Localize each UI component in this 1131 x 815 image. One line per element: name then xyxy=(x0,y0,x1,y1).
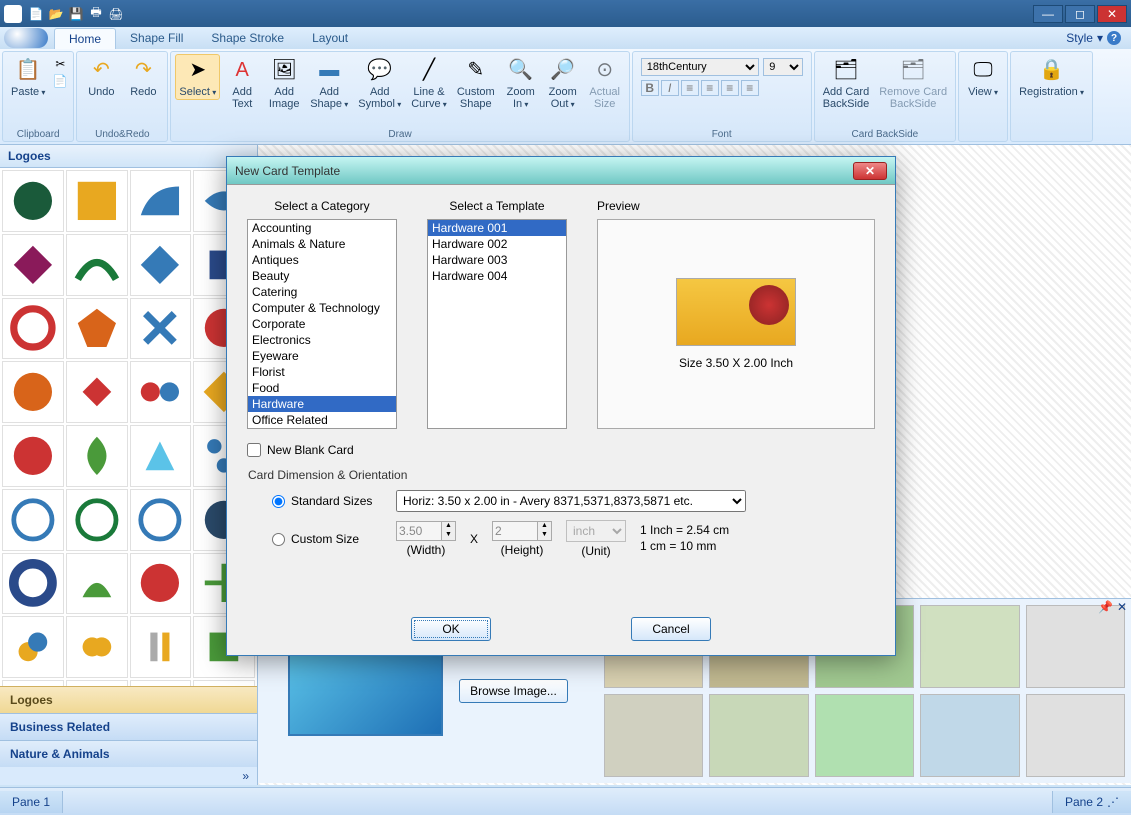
category-item[interactable]: Catering xyxy=(248,284,396,300)
category-item[interactable]: Beauty xyxy=(248,268,396,284)
x-separator: X xyxy=(470,532,478,546)
category-item[interactable]: Eyeware xyxy=(248,348,396,364)
template-item[interactable]: Hardware 001 xyxy=(428,220,566,236)
preview-header: Preview xyxy=(597,199,875,213)
custom-size-radio-label[interactable]: Custom Size xyxy=(272,532,382,546)
unit-label: (Unit) xyxy=(581,544,610,558)
category-item[interactable]: Computer & Technology xyxy=(248,300,396,316)
width-spinner[interactable]: ▲▼ xyxy=(396,521,456,541)
dimension-legend: Card Dimension & Orientation xyxy=(248,468,874,482)
height-input[interactable] xyxy=(493,522,537,540)
dialog-titlebar[interactable]: New Card Template ✕ xyxy=(227,157,895,185)
template-item[interactable]: Hardware 004 xyxy=(428,268,566,284)
height-label: (Height) xyxy=(501,543,544,557)
template-listbox[interactable]: Hardware 001Hardware 002Hardware 003Hard… xyxy=(427,219,567,429)
dialog-close-button[interactable]: ✕ xyxy=(853,162,887,180)
custom-size-radio[interactable] xyxy=(272,533,285,546)
category-item[interactable]: Florist xyxy=(248,364,396,380)
category-item[interactable]: Corporate xyxy=(248,316,396,332)
new-card-template-dialog: New Card Template ✕ Select a Category Ac… xyxy=(226,156,896,656)
category-item[interactable]: Accounting xyxy=(248,220,396,236)
down-arrow-icon[interactable]: ▼ xyxy=(442,531,455,540)
width-input[interactable] xyxy=(397,522,441,540)
category-item[interactable]: Hardware xyxy=(248,396,396,412)
dialog-overlay: New Card Template ✕ Select a Category Ac… xyxy=(0,0,1131,815)
standard-sizes-radio[interactable] xyxy=(272,495,285,508)
preview-thumbnail xyxy=(676,278,796,346)
ok-button[interactable]: OK xyxy=(411,617,491,641)
category-listbox[interactable]: AccountingAnimals & NatureAntiquesBeauty… xyxy=(247,219,397,429)
preview-size-label: Size 3.50 X 2.00 Inch xyxy=(679,356,793,370)
conversion-hint: 1 Inch = 2.54 cm 1 cm = 10 mm xyxy=(640,523,729,554)
height-spinner[interactable]: ▲▼ xyxy=(492,521,552,541)
template-item[interactable]: Hardware 003 xyxy=(428,252,566,268)
category-item[interactable]: Office Related xyxy=(248,412,396,428)
down-arrow-icon[interactable]: ▼ xyxy=(538,531,551,540)
preview-box: Size 3.50 X 2.00 Inch xyxy=(597,219,875,429)
width-label: (Width) xyxy=(407,543,446,557)
category-item[interactable]: Animals & Nature xyxy=(248,236,396,252)
category-item[interactable]: Real Estate xyxy=(248,428,396,429)
up-arrow-icon[interactable]: ▲ xyxy=(442,522,455,531)
standard-sizes-radio-label[interactable]: Standard Sizes xyxy=(272,494,382,508)
template-header: Select a Template xyxy=(427,199,567,213)
up-arrow-icon[interactable]: ▲ xyxy=(538,522,551,531)
dialog-title: New Card Template xyxy=(235,164,340,178)
category-header: Select a Category xyxy=(247,199,397,213)
template-item[interactable]: Hardware 002 xyxy=(428,236,566,252)
new-blank-card-label: New Blank Card xyxy=(267,443,354,457)
category-item[interactable]: Antiques xyxy=(248,252,396,268)
unit-select[interactable]: inch xyxy=(566,520,626,542)
standard-sizes-select[interactable]: Horiz: 3.50 x 2.00 in - Avery 8371,5371,… xyxy=(396,490,746,512)
category-item[interactable]: Food xyxy=(248,380,396,396)
new-blank-card-checkbox[interactable] xyxy=(247,443,261,457)
cancel-button[interactable]: Cancel xyxy=(631,617,711,641)
category-item[interactable]: Electronics xyxy=(248,332,396,348)
